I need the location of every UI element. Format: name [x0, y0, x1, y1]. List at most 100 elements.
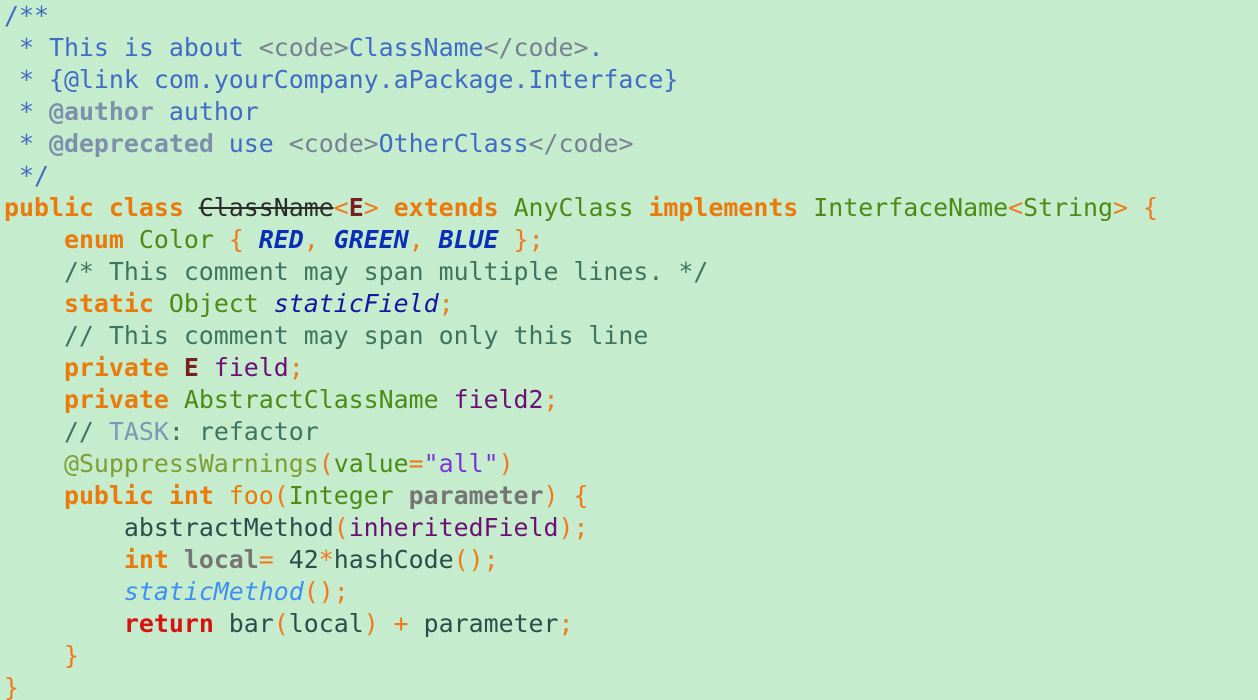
code-token: foo: [228, 481, 274, 510]
code-token: ) +: [363, 609, 424, 638]
code-token: <: [1008, 193, 1024, 222]
code-token: ();: [303, 577, 349, 606]
code-token: }: [4, 641, 79, 670]
code-token: staticField: [273, 289, 439, 318]
code-token: ,: [408, 225, 439, 254]
code-token: ClassName: [198, 193, 334, 222]
code-line: private AbstractClassName field2;: [4, 384, 1258, 416]
code-token: : refactor: [168, 417, 319, 446]
code-token: </code>: [483, 33, 589, 62]
code-token: hashCode: [333, 545, 454, 574]
code-line: return bar(local) + parameter;: [4, 608, 1258, 640]
code-token: local: [183, 545, 259, 574]
code-token: *: [318, 545, 334, 574]
code-token: > {: [1113, 193, 1158, 222]
code-token: author: [153, 97, 259, 126]
code-token: @deprecated: [48, 129, 214, 158]
code-token: Color: [138, 225, 229, 254]
code-token: InterfaceName: [813, 193, 1009, 222]
code-token: */: [4, 161, 49, 190]
code-token: <code>: [258, 33, 349, 62]
code-line: * @author author: [4, 96, 1258, 128]
code-token: parameter: [423, 609, 559, 638]
code-token: ;: [288, 353, 304, 382]
code-token: ): [498, 449, 514, 478]
code-line: @SuppressWarnings(value="all"): [4, 448, 1258, 480]
code-token: OtherClass: [378, 129, 529, 158]
code-line: * @deprecated use <code>OtherClass</code…: [4, 128, 1258, 160]
code-token: =: [408, 449, 424, 478]
code-token: use: [213, 129, 289, 158]
code-token: AbstractClassName: [183, 385, 454, 414]
code-token: </code>: [528, 129, 634, 158]
code-token: RED: [258, 225, 304, 254]
code-token: parameter: [408, 481, 544, 510]
code-line: // This comment may span only this line: [4, 320, 1258, 352]
code-line: int local= 42*hashCode();: [4, 544, 1258, 576]
code-token: //: [4, 417, 109, 446]
code-token: bar: [228, 609, 274, 638]
code-token: <: [333, 193, 349, 222]
code-line: * {@link com.yourCompany.aPackage.Interf…: [4, 64, 1258, 96]
code-token: ClassName: [348, 33, 484, 62]
code-token: field2: [453, 385, 544, 414]
code-token: static: [63, 289, 169, 318]
code-editor[interactable]: /** * This is about <code>ClassName</cod…: [0, 0, 1258, 700]
code-token: /**: [4, 1, 49, 30]
code-line: static Object staticField;: [4, 288, 1258, 320]
code-token: local: [288, 609, 364, 638]
code-token: public class: [4, 193, 199, 222]
code-token: >: [363, 193, 394, 222]
code-token: implements: [648, 193, 814, 222]
code-token: BLUE: [438, 225, 499, 254]
code-line: abstractMethod(inheritedField);: [4, 512, 1258, 544]
code-token: /* This comment may span multiple lines.…: [4, 257, 709, 286]
code-token: field: [213, 353, 289, 382]
code-line: staticMethod();: [4, 576, 1258, 608]
code-token: Integer: [288, 481, 409, 510]
code-token: E: [348, 193, 364, 222]
code-token: GREEN: [333, 225, 409, 254]
code-token: *: [4, 97, 49, 126]
code-token: extends: [393, 193, 514, 222]
code-token: E: [183, 353, 214, 382]
code-token: (: [273, 481, 289, 510]
code-token: int: [123, 545, 184, 574]
code-token: inheritedField: [348, 513, 559, 542]
code-line: /* This comment may span multiple lines.…: [4, 256, 1258, 288]
code-token: 42: [288, 545, 319, 574]
code-token: public int: [63, 481, 229, 510]
code-token: abstractMethod: [123, 513, 334, 542]
code-line: * This is about <code>ClassName</code>.: [4, 32, 1258, 64]
code-token: "all": [423, 449, 499, 478]
code-token: ;: [558, 609, 574, 638]
code-token: ;: [438, 289, 454, 318]
code-token: @author: [48, 97, 154, 126]
code-line: public class ClassName<E> extends AnyCla…: [4, 192, 1258, 224]
code-line: */: [4, 160, 1258, 192]
code-token: enum: [63, 225, 139, 254]
code-token: Object: [168, 289, 274, 318]
code-token: ) {: [543, 481, 589, 510]
code-token: staticMethod: [123, 577, 304, 606]
code-token: value: [333, 449, 409, 478]
code-token: private: [63, 385, 184, 414]
code-token: *: [4, 129, 49, 158]
code-token: TASK: [108, 417, 169, 446]
code-token: =: [258, 545, 289, 574]
code-token: (: [333, 513, 349, 542]
code-token: };: [498, 225, 544, 254]
code-token: <code>: [288, 129, 379, 158]
code-token: );: [558, 513, 589, 542]
code-token: AnyClass: [513, 193, 649, 222]
code-token: String: [1023, 193, 1114, 222]
